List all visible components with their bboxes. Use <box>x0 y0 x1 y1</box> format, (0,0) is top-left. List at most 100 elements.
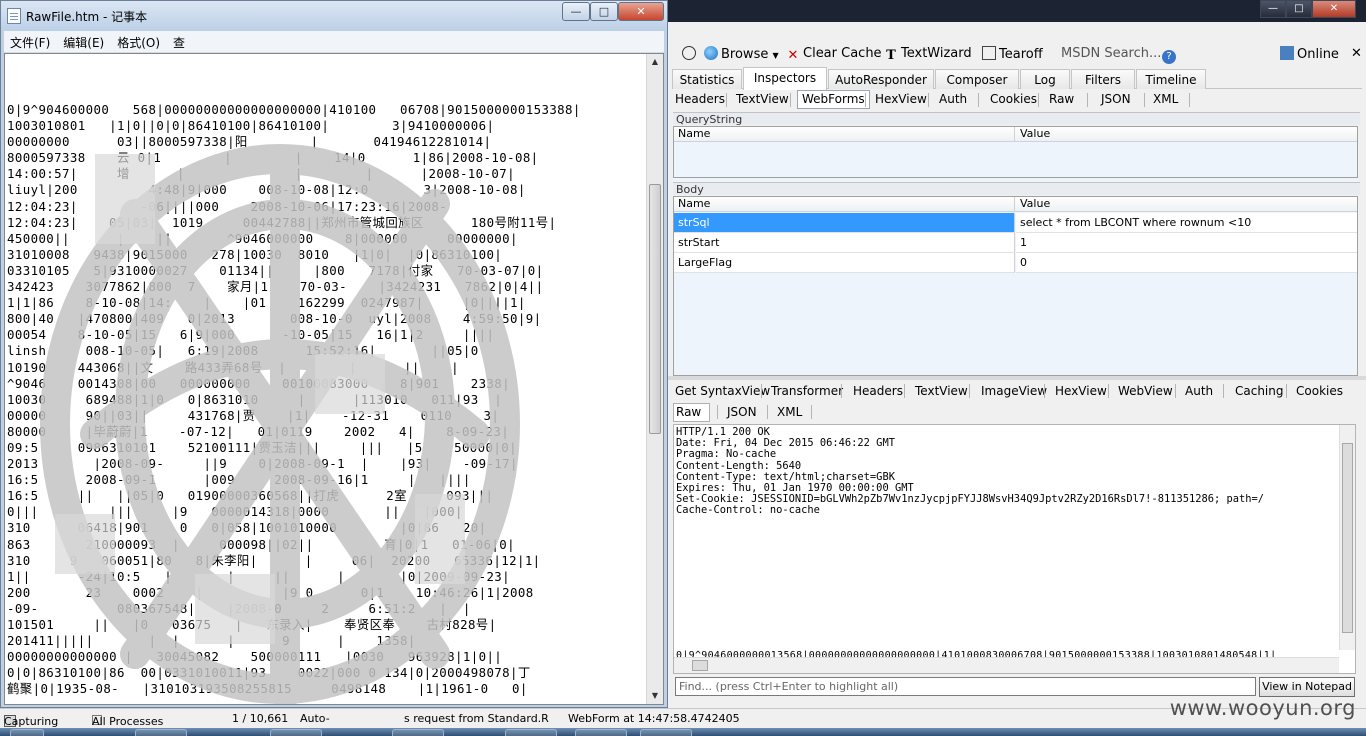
scroll-thumb[interactable] <box>1342 443 1353 633</box>
notepad-vertical-scrollbar[interactable]: ▲ ▼ <box>646 54 663 704</box>
querystring-col-name[interactable]: Name <box>674 127 1015 142</box>
fiddler-close-button[interactable]: ✕ <box>1312 0 1356 18</box>
req-tab-json[interactable]: JSON <box>1101 92 1131 106</box>
tearoff-button[interactable]: Tearoff <box>982 46 1043 62</box>
taskbar-button[interactable] <box>575 729 627 736</box>
body-row-value: 1 <box>1016 233 1357 253</box>
req-tab-auth[interactable]: Auth <box>939 92 967 106</box>
scroll-thumb[interactable] <box>692 660 708 671</box>
tab-composer[interactable]: Composer <box>935 69 1019 89</box>
notepad-line: 2013 |2008-09- ||9 0|2008-09-1 | |93| -0… <box>7 456 518 472</box>
divider <box>841 384 842 398</box>
resp-tab-cookies[interactable]: Cookies <box>1296 384 1343 398</box>
taskbar-button[interactable] <box>392 729 444 736</box>
divider <box>904 384 905 398</box>
minimize-button[interactable]: — <box>562 2 590 21</box>
resp-tab-xml[interactable]: XML <box>777 405 802 419</box>
fiddler-maximize-button[interactable]: □ <box>1286 0 1312 18</box>
body-col-value[interactable]: Value <box>1016 197 1050 211</box>
menu-format[interactable]: 格式(O) <box>111 31 167 51</box>
req-tab-cookies[interactable]: Cookies <box>990 92 1037 106</box>
notepad-line: 200 23 0002 | |9 0 0|1 10:46:26|1|2008 <box>7 584 534 600</box>
divider <box>1108 384 1109 398</box>
resp-tab-hexview[interactable]: HexView <box>1055 384 1107 398</box>
online-indicator[interactable]: Online <box>1280 46 1339 62</box>
resp-tab-syntaxview[interactable]: Get SyntaxView <box>675 384 770 398</box>
response-vertical-scrollbar[interactable] <box>1339 425 1355 650</box>
tab-inspectors[interactable]: Inspectors <box>743 67 827 90</box>
taskbar-button[interactable] <box>505 729 557 736</box>
table-row[interactable]: strStart 1 <box>674 233 1357 253</box>
scroll-down-arrow-icon[interactable]: ▼ <box>647 688 663 704</box>
req-tab-hexview[interactable]: HexView <box>875 92 927 106</box>
notepad-line: 0||| ||| |9 0000014318|0000 || |000| <box>7 504 463 520</box>
resp-tab-caching[interactable]: Caching <box>1235 384 1284 398</box>
resp-tab-textview[interactable]: TextView <box>915 384 968 398</box>
scroll-up-arrow-icon[interactable]: ▲ <box>647 54 663 70</box>
notepad-line: 310 9 060051|80 8|朱李阳| | 06| 20200 65336… <box>7 552 541 568</box>
notepad-line: 80000 |毕蔚蔚|1 -07-12| 01|0119 2002 4| 8-0… <box>7 423 510 439</box>
menu-view[interactable]: 查 <box>167 31 192 51</box>
notepad-line: 1003010801 |1|0||0|0|86410100|86410100| … <box>7 118 495 134</box>
menu-file[interactable]: 文件(F) <box>4 31 57 51</box>
textwizard-button[interactable]: T TextWizard <box>884 46 971 63</box>
body-section-title: Body <box>673 182 1360 196</box>
find-input[interactable]: Find... (press Ctrl+Enter to highlight a… <box>675 677 1256 696</box>
fiddler-minimize-button[interactable]: — <box>1260 0 1286 18</box>
tab-autoresponder[interactable]: AutoResponder <box>828 69 934 89</box>
req-tab-webforms[interactable]: WebForms <box>797 90 870 109</box>
body-grid[interactable]: Name Value strSql select * from LBCONT w… <box>673 196 1358 376</box>
close-button[interactable]: ✕ <box>618 2 664 21</box>
notepad-line: linsh 008-10-05| 6:19|2008 15:52:16| ||0… <box>7 343 479 359</box>
view-in-notepad-button[interactable]: View in Notepad <box>1259 677 1355 697</box>
timer-icon[interactable] <box>682 46 699 62</box>
maximize-button[interactable]: □ <box>590 2 618 21</box>
querystring-col-value[interactable]: Value <box>1016 127 1050 141</box>
divider <box>790 93 791 107</box>
notepad-text-area[interactable]: 0|9^904600000 568|00000000000000000000|4… <box>4 53 664 705</box>
req-tab-raw[interactable]: Raw <box>1049 92 1074 106</box>
notepad-line: 450000|| | || ^9046000000 8|000000 00000… <box>7 230 518 246</box>
table-row[interactable]: strSql select * from LBCONT where rownum… <box>674 213 1357 233</box>
response-horizontal-scrollbar[interactable] <box>674 657 1339 673</box>
body-col-name[interactable]: Name <box>674 197 1015 212</box>
pane-splitter[interactable] <box>668 376 1366 380</box>
notepad-titlebar[interactable]: RawFile.htm - 记事本 — □ ✕ <box>1 1 667 31</box>
notepad-line: 09:5 0986310101 52100111|贾玉洁||| ||| |5 5… <box>7 439 517 455</box>
tab-filters[interactable]: Filters <box>1071 69 1135 89</box>
scroll-thumb[interactable] <box>649 184 661 434</box>
notepad-line: 0|9^904600000 568|00000000000000000000|4… <box>7 102 581 117</box>
start-button[interactable] <box>10 729 44 736</box>
req-tab-headers[interactable]: Headers <box>675 92 725 106</box>
querystring-section-title: QueryString <box>673 112 1360 126</box>
resp-tab-json[interactable]: JSON <box>727 405 757 419</box>
response-raw-view[interactable]: HTTP/1.1 200 OK Date: Fri, 04 Dec 2015 0… <box>673 424 1356 674</box>
querystring-grid[interactable]: Name Value <box>673 126 1358 178</box>
resp-tab-headers[interactable]: Headers <box>853 384 903 398</box>
toolbar-close-icon[interactable]: ✕ <box>1351 46 1362 61</box>
fiddler-titlebar[interactable]: — □ ✕ <box>668 0 1366 22</box>
resp-tab-raw[interactable]: Raw <box>673 403 711 422</box>
tab-statistics[interactable]: Statistics <box>672 69 742 89</box>
help-icon[interactable]: ? <box>1162 46 1179 64</box>
resp-tab-transformer[interactable]: Transformer <box>771 384 843 398</box>
resp-tab-auth[interactable]: Auth <box>1185 384 1213 398</box>
table-row[interactable]: LargeFlag 0 <box>674 253 1357 273</box>
resp-tab-webview[interactable]: WebView <box>1118 384 1173 398</box>
tab-timeline[interactable]: Timeline <box>1136 69 1206 89</box>
msdn-search-input[interactable]: MSDN Search... <box>1061 46 1161 61</box>
divider <box>767 405 768 419</box>
browse-button[interactable]: Browse ▼ <box>704 46 779 62</box>
clear-cache-button[interactable]: ✕ Clear Cache <box>786 46 882 63</box>
taskbar-button[interactable] <box>135 729 187 736</box>
req-tab-xml[interactable]: XML <box>1153 92 1178 106</box>
req-tab-textview[interactable]: TextView <box>736 92 789 106</box>
resp-tab-imageview[interactable]: ImageView <box>981 384 1047 398</box>
notepad-line: ^9046 0014308|00 000000000 00100083000 8… <box>7 375 511 391</box>
menu-edit[interactable]: 编辑(E) <box>57 31 111 51</box>
divider <box>1286 384 1287 398</box>
taskbar-button[interactable] <box>270 729 322 736</box>
notepad-line: 863 210000093 | 000098||02|| 育|0|1 01-06… <box>7 536 515 552</box>
tab-log[interactable]: Log <box>1020 69 1070 89</box>
taskbar-button[interactable] <box>640 729 692 736</box>
